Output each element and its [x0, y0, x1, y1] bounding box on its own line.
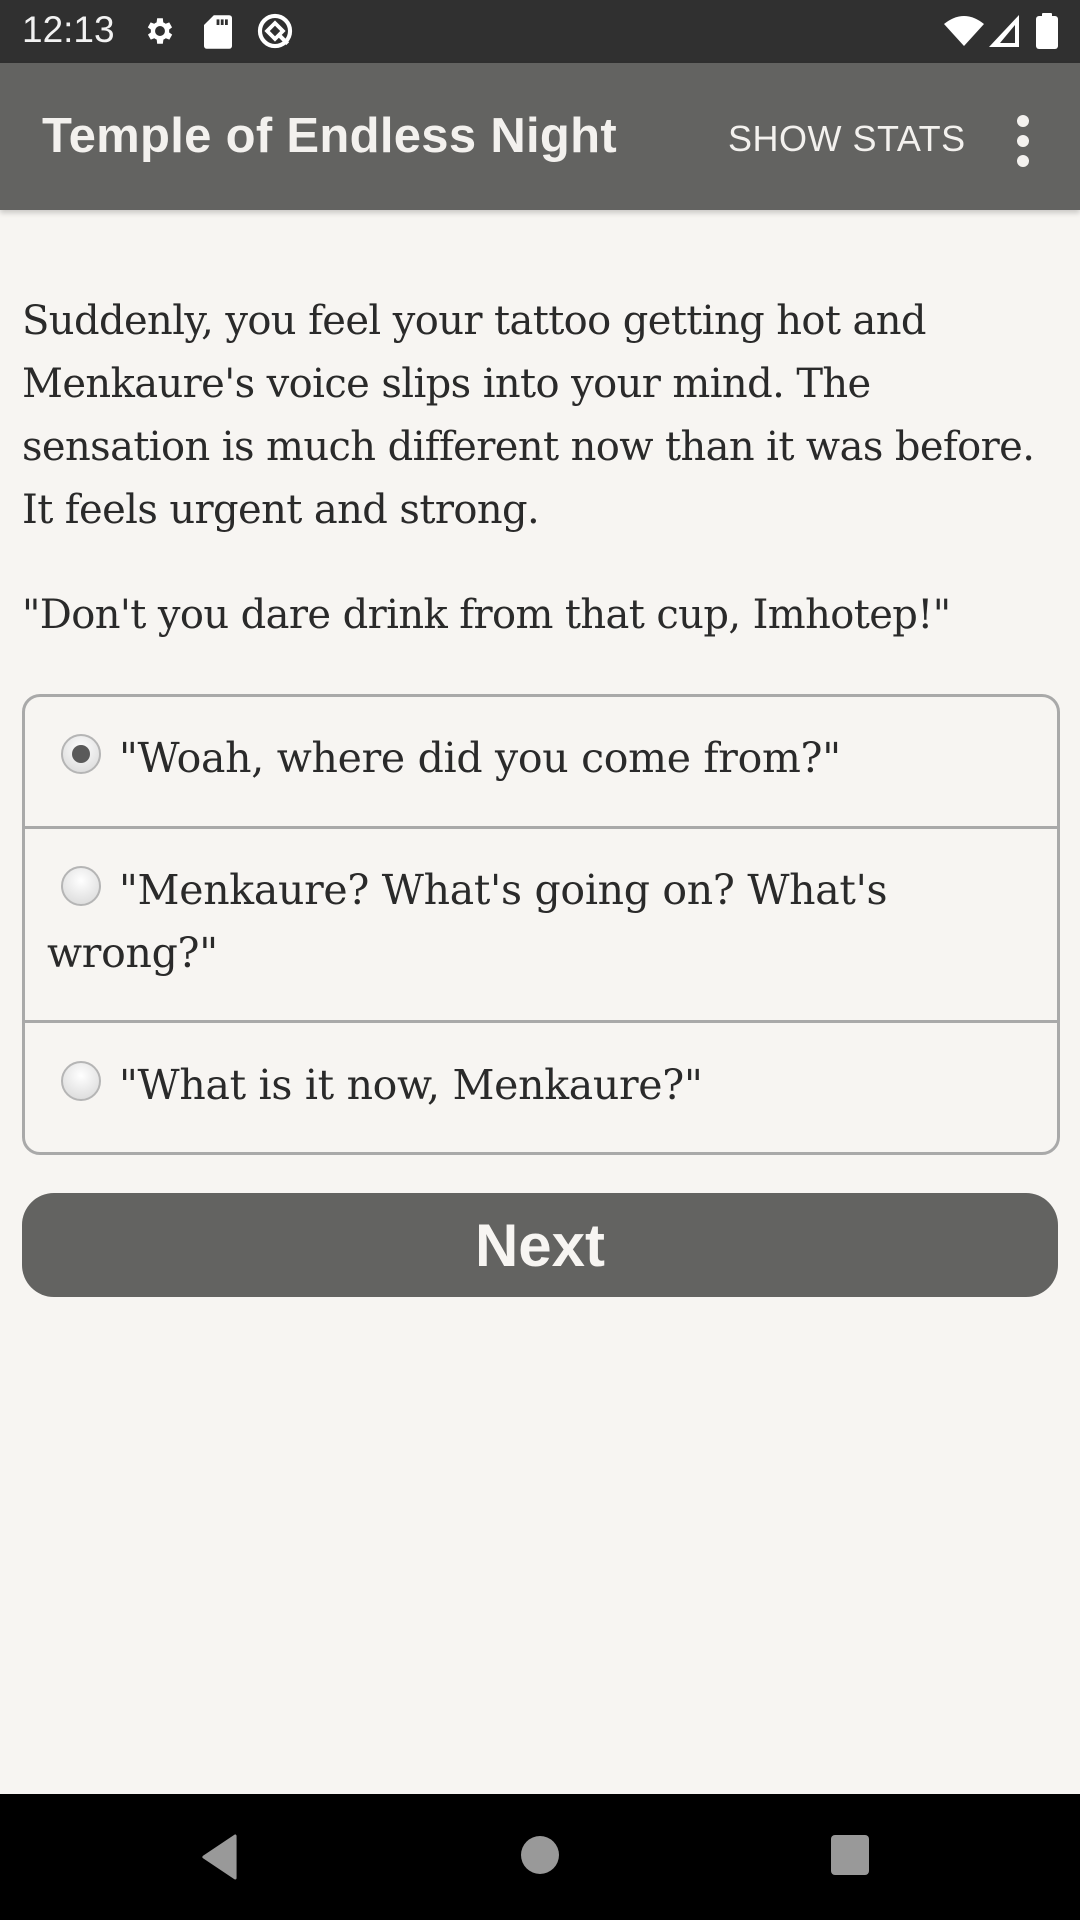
- data-saver-icon: [256, 12, 294, 54]
- wifi-icon: [944, 14, 984, 52]
- recents-icon[interactable]: [830, 1834, 900, 1884]
- app-bar: Temple of Endless Night SHOW STATS: [0, 63, 1080, 210]
- radio-button-checked[interactable]: [61, 733, 101, 774]
- story-paragraph: Suddenly, you feel your tattoo getting h…: [22, 298, 1035, 533]
- next-button[interactable]: Next: [22, 1193, 1058, 1297]
- choice-label: "What is it now, Menkaure?": [119, 1061, 703, 1109]
- choice-list: "Woah, where did you come from?" "Menkau…: [22, 694, 1060, 1155]
- home-icon[interactable]: [519, 1834, 589, 1884]
- story-paragraph: "Don't you dare drink from that cup, Imh…: [22, 592, 951, 638]
- choice-label: "Woah, where did you come from?": [119, 734, 841, 782]
- sd-card-icon: [204, 15, 232, 53]
- radio-button[interactable]: [61, 865, 101, 906]
- app-title: Temple of Endless Night: [42, 109, 617, 163]
- battery-icon: [1036, 13, 1058, 53]
- choice-label: "Menkaure? What's going on? What's wrong…: [47, 866, 888, 977]
- settings-icon: [143, 14, 177, 52]
- back-icon[interactable]: [200, 1834, 270, 1884]
- signal-icon: [988, 14, 1020, 52]
- radio-button[interactable]: [61, 1060, 101, 1101]
- choice-option[interactable]: "What is it now, Menkaure?": [25, 1020, 1057, 1152]
- status-time: 12:13: [22, 9, 115, 50]
- story-text: Suddenly, you feel your tattoo getting h…: [22, 290, 1062, 647]
- choice-option[interactable]: "Menkaure? What's going on? What's wrong…: [25, 826, 1057, 1020]
- choice-option[interactable]: "Woah, where did you come from?": [25, 697, 1057, 826]
- more-vert-icon[interactable]: [1006, 113, 1040, 169]
- navigation-bar: [0, 1794, 1080, 1920]
- status-bar: 12:13: [0, 0, 1080, 63]
- show-stats-button[interactable]: SHOW STATS: [728, 118, 966, 160]
